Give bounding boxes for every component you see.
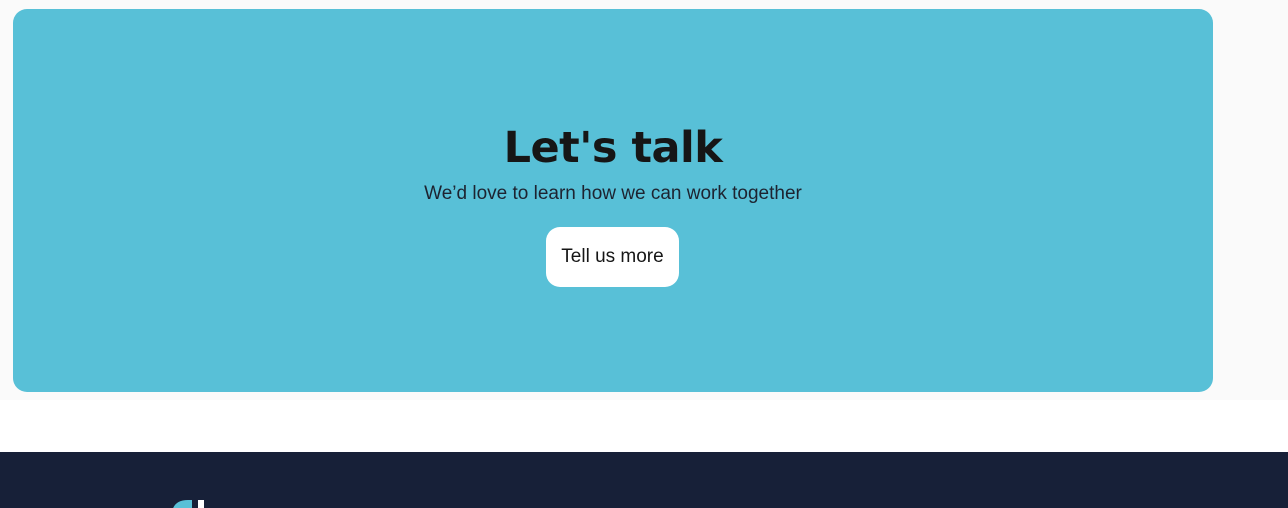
cta-title: Let's talk	[503, 123, 723, 173]
site-footer	[0, 452, 1288, 508]
contact-cta-card: Let's talk We’d love to learn how we can…	[13, 9, 1213, 392]
footer-logo[interactable]	[70, 500, 210, 508]
tell-us-more-button[interactable]: Tell us more	[546, 227, 679, 287]
cta-subtitle: We’d love to learn how we can work toget…	[424, 183, 802, 204]
section-spacer	[0, 400, 1288, 452]
